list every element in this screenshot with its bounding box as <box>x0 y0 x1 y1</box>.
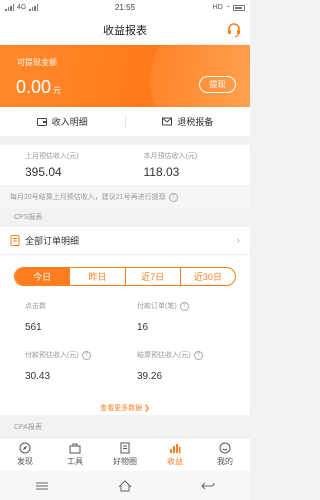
settled-income-value: 39.26 <box>137 371 163 382</box>
last-month-value: 395.04 <box>25 165 62 179</box>
settlement-notice: 每月20号结算上月预估收入，建议21号再进行提现 ? <box>0 185 250 209</box>
paid-orders-stat: 付款订单(笔)? 16 <box>137 301 189 333</box>
decorative-circle <box>150 45 250 107</box>
tax-report-link[interactable]: 退税报备 <box>126 107 251 136</box>
settled-income-label-row: 结算预估收入(元)? <box>137 350 203 360</box>
view-more-link[interactable]: 查看更多数据 ❯ <box>0 403 250 413</box>
period-tab-today[interactable]: 今日 <box>15 268 70 285</box>
period-selector: 今日 昨日 近7日 近30日 <box>14 267 236 286</box>
last-month-income: 上月预估收入(元) 395.04 <box>0 145 132 185</box>
balance-card: 可提现金额 0.00 元 提现 <box>0 45 250 107</box>
back-icon[interactable] <box>201 481 215 491</box>
paid-income-label: 付款预估收入(元) <box>25 352 79 359</box>
battery-icon <box>233 4 245 11</box>
notice-text: 每月20号结算上月预估收入，建议21号再进行提现 <box>10 194 166 201</box>
nav-mine-label: 我的 <box>217 457 233 466</box>
nav-discover[interactable]: 发现 <box>0 438 50 471</box>
cps-stats-panel: 今日 昨日 近7日 近30日 点击数 561 付款订单(笔)? 16 付款预估收… <box>0 255 250 415</box>
toolbox-icon <box>69 443 81 454</box>
top-bar: 收益报表 <box>0 15 250 45</box>
signal-icon-2 <box>29 4 39 11</box>
nav-discover-label: 发现 <box>17 457 33 466</box>
paid-orders-label: 付款订单(笔) <box>137 303 177 310</box>
period-tab-yesterday[interactable]: 昨日 <box>69 268 124 285</box>
balance-unit: 元 <box>53 86 62 95</box>
hd-indicator: HD <box>212 4 223 11</box>
settled-income-label: 结算预估收入(元) <box>137 352 191 359</box>
nav-good-things-label: 好物圈 <box>113 457 137 466</box>
all-orders-row[interactable]: 全部订单明细 › <box>0 227 250 255</box>
order-list-icon <box>10 235 20 246</box>
nav-tools[interactable]: 工具 <box>50 438 100 471</box>
wifi-icon: ◔ <box>225 4 230 11</box>
system-nav-bar <box>0 471 250 500</box>
help-icon[interactable]: ? <box>179 301 189 311</box>
help-icon[interactable]: ? <box>168 192 178 202</box>
bottom-nav: 发现 工具 好物圈 收益 我的 <box>0 437 250 471</box>
period-tab-30days[interactable]: 近30日 <box>179 268 235 285</box>
bar-chart-icon <box>170 444 181 453</box>
envelope-icon <box>162 117 173 126</box>
signal-icon <box>5 4 14 11</box>
paid-income-value: 30.43 <box>25 371 51 382</box>
customer-service-icon[interactable] <box>226 22 242 38</box>
balance-value: 0.00 <box>16 77 52 97</box>
paid-orders-value: 16 <box>137 322 149 333</box>
last-month-label: 上月预估收入(元) <box>25 153 79 160</box>
clicks-label: 点击数 <box>25 303 46 310</box>
this-month-label: 本月预估收入(元) <box>143 153 198 160</box>
balance-label: 可提现金额 <box>17 58 57 67</box>
help-icon[interactable]: ? <box>193 350 203 360</box>
monthly-income: 上月预估收入(元) 395.04 本月预估收入(元) 118.03 <box>0 145 250 185</box>
nav-earnings-label: 收益 <box>167 457 183 466</box>
nav-good-things[interactable]: 好物圈 <box>100 438 150 471</box>
menu-icon[interactable] <box>35 481 49 491</box>
clicks-value: 561 <box>25 322 42 333</box>
chevron-right-icon: › <box>236 234 240 247</box>
help-icon[interactable]: ? <box>81 350 91 360</box>
status-bar: 4G 21:55 HD ◔ <box>0 0 250 15</box>
tax-report-label: 退税报备 <box>177 117 214 127</box>
period-tab-7days[interactable]: 近7日 <box>124 268 180 285</box>
balance-amount: 0.00 元 <box>16 77 61 98</box>
nav-tools-label: 工具 <box>67 457 83 466</box>
clicks-stat: 点击数 561 <box>25 301 46 333</box>
page-title: 收益报表 <box>103 24 147 37</box>
paid-orders-label-row: 付款订单(笔)? <box>137 301 189 311</box>
nav-earnings[interactable]: 收益 <box>150 438 200 471</box>
cpa-section-title: CPA报表 <box>0 419 250 435</box>
home-icon[interactable] <box>118 479 132 492</box>
income-detail-link[interactable]: 收入明细 <box>0 107 125 136</box>
this-month-income: 本月预估收入(元) 118.03 <box>132 145 251 185</box>
network-type: 4G <box>17 4 27 11</box>
paid-income-label-row: 付款预估收入(元)? <box>25 350 91 360</box>
this-month-value: 118.03 <box>143 165 180 179</box>
document-icon <box>120 442 130 454</box>
wallet-icon <box>36 118 47 126</box>
income-detail-label: 收入明细 <box>51 117 88 127</box>
nav-mine[interactable]: 我的 <box>200 438 250 471</box>
settled-income-stat: 结算预估收入(元)? 39.26 <box>137 350 203 382</box>
compass-icon <box>19 442 31 454</box>
cps-section-title: CPS报表 <box>0 209 250 225</box>
quick-links: 收入明细 退税报备 <box>0 107 250 137</box>
all-orders-label: 全部订单明细 <box>25 236 80 246</box>
withdraw-button[interactable]: 提现 <box>199 76 236 93</box>
paid-income-stat: 付款预估收入(元)? 30.43 <box>25 350 91 382</box>
smiley-icon <box>219 442 231 454</box>
